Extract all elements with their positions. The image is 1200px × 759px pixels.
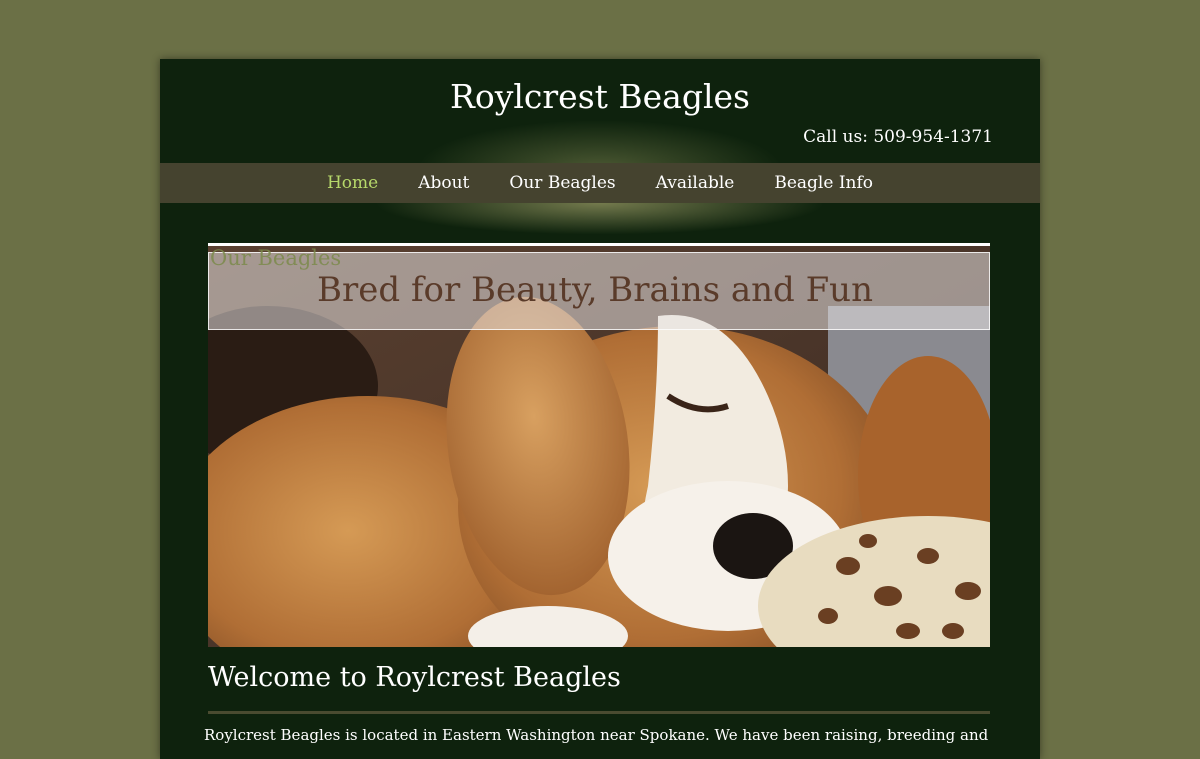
content-divider xyxy=(208,711,990,714)
nav-item-beagle-info[interactable]: Beagle Info xyxy=(754,163,893,193)
hero-caption: Bred for Beauty, Brains and Fun xyxy=(317,270,873,310)
site-title[interactable]: Roylcrest Beagles xyxy=(160,77,1040,116)
intro-paragraph: Roylcrest Beagles is located in Eastern … xyxy=(204,726,989,744)
nav-item-about[interactable]: About xyxy=(398,163,489,193)
welcome-heading: Welcome to Roylcrest Beagles xyxy=(208,662,621,693)
nav-item-home[interactable]: Home xyxy=(307,163,398,193)
nav-item-our-beagles[interactable]: Our Beagles xyxy=(489,163,635,193)
site-header: Roylcrest Beagles Call us: 509-954-1371 xyxy=(160,59,1040,163)
nav-item-available[interactable]: Available xyxy=(636,163,755,193)
main-nav: Home About Our Beagles Available Beagle … xyxy=(160,163,1040,203)
nav-list: Home About Our Beagles Available Beagle … xyxy=(160,163,1040,193)
page-container: Roylcrest Beagles Call us: 509-954-1371 … xyxy=(160,59,1040,759)
phone-number: Call us: 509-954-1371 xyxy=(803,127,993,147)
hero-slideshow[interactable]: Bred for Beauty, Brains and Fun Our Beag… xyxy=(208,243,990,647)
hero-section-label: Our Beagles xyxy=(210,246,342,270)
